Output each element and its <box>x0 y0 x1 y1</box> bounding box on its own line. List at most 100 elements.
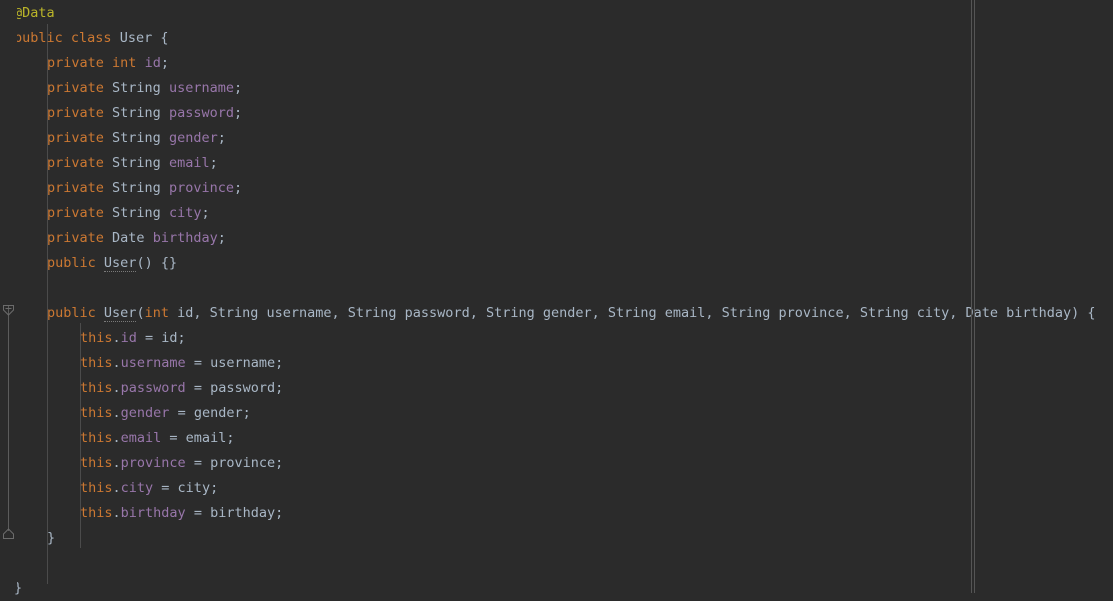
code-token: id <box>144 55 161 71</box>
code-line[interactable]: this.province = province; <box>80 451 283 476</box>
code-line[interactable]: public User() {} <box>47 251 177 276</box>
code-token: private <box>47 230 104 246</box>
code-token: public <box>47 255 96 271</box>
code-token: ; <box>201 205 210 221</box>
code-line[interactable]: public class User { <box>14 26 168 51</box>
code-token: String <box>103 155 169 171</box>
code-token: ; <box>209 155 218 171</box>
code-token: birthday <box>120 505 186 521</box>
code-token: this <box>80 455 113 471</box>
code-token: this <box>80 480 113 496</box>
code-token: . <box>112 355 121 371</box>
code-token: birthday <box>152 230 218 246</box>
code-token: this <box>80 430 113 446</box>
code-token: this <box>80 330 113 346</box>
code-token: String <box>103 105 169 121</box>
code-token: . <box>112 480 121 496</box>
code-line[interactable]: this.username = username; <box>80 351 283 376</box>
code-line[interactable]: this.password = password; <box>80 376 283 401</box>
code-token: . <box>112 430 121 446</box>
code-token: email <box>168 155 210 171</box>
code-token: public <box>14 30 63 46</box>
code-token: ; <box>233 105 243 121</box>
code-token: User { <box>111 30 169 46</box>
code-line[interactable]: private String gender; <box>47 126 226 151</box>
code-editor[interactable]: @Data public class User {private int id; p… <box>0 0 1113 596</box>
fold-expand-icon[interactable] <box>1 526 16 541</box>
code-token: . <box>112 330 121 346</box>
fold-collapse-icon[interactable] <box>1 303 16 318</box>
code-token: . <box>112 505 121 521</box>
code-token: private <box>47 180 104 196</box>
code-token: = password; <box>185 380 284 396</box>
code-token: private <box>47 80 104 96</box>
code-text-area[interactable]: @Data public class User {private int id; p… <box>0 0 1113 596</box>
code-token: String <box>103 130 169 146</box>
right-margin-ruler-secondary <box>974 0 975 593</box>
code-line[interactable]: this.gender = gender; <box>80 401 251 426</box>
code-token: ; <box>217 230 226 246</box>
fold-gutter[interactable] <box>0 0 17 593</box>
right-margin-ruler <box>971 0 972 593</box>
code-line[interactable]: this.city = city; <box>80 476 218 501</box>
code-token: . <box>112 455 121 471</box>
code-token: ( <box>136 305 145 321</box>
code-line[interactable]: private String password; <box>47 101 242 126</box>
code-token: city <box>168 205 202 221</box>
code-token: = birthday; <box>185 505 284 521</box>
code-line[interactable]: private String username; <box>47 76 242 101</box>
code-token: username <box>120 355 186 371</box>
code-token: User <box>103 255 137 272</box>
code-line[interactable]: private String email; <box>47 151 218 176</box>
code-token: private <box>47 105 104 121</box>
code-line[interactable]: private String city; <box>47 201 210 226</box>
code-token: String <box>103 205 169 221</box>
code-token: id, String username, String password, St… <box>168 305 1096 321</box>
code-token: private <box>47 130 104 146</box>
code-token: username <box>168 80 234 96</box>
code-token: password <box>168 105 234 121</box>
code-token: city <box>120 480 154 496</box>
code-token: email <box>120 430 162 446</box>
code-token: ; <box>160 55 169 71</box>
code-token: = gender; <box>169 405 251 421</box>
code-token: this <box>80 380 113 396</box>
code-line[interactable]: this.id = id; <box>80 326 186 351</box>
code-token: id <box>120 330 137 346</box>
code-line[interactable]: private String province; <box>47 176 242 201</box>
code-line[interactable]: this.birthday = birthday; <box>80 501 283 526</box>
code-line[interactable]: @Data <box>14 1 55 26</box>
code-token: . <box>112 380 121 396</box>
code-line-empty[interactable] <box>47 276 55 301</box>
code-token: . <box>112 405 121 421</box>
code-line[interactable]: public User(int id, String username, Str… <box>47 301 1096 326</box>
code-token: public <box>47 305 96 321</box>
code-token: ; <box>217 130 226 146</box>
code-token: int <box>144 305 169 321</box>
code-token: private <box>47 205 104 221</box>
code-token: User <box>103 305 137 322</box>
code-token: class <box>70 30 112 46</box>
fold-region-rail <box>8 306 9 531</box>
code-token: = username; <box>185 355 284 371</box>
code-line[interactable]: private int id; <box>47 51 169 76</box>
code-line[interactable]: } <box>47 526 55 551</box>
code-token: ; <box>233 80 243 96</box>
code-line[interactable]: private Date birthday; <box>47 226 226 251</box>
code-token: ; <box>233 180 243 196</box>
code-token: = id; <box>136 330 186 346</box>
code-token: @Data <box>14 5 55 21</box>
code-line[interactable]: this.email = email; <box>80 426 234 451</box>
code-token: = city; <box>153 480 219 496</box>
code-token: private <box>47 155 104 171</box>
code-token: this <box>80 405 113 421</box>
code-token: this <box>80 505 113 521</box>
code-token: Date <box>103 230 153 246</box>
code-token: province <box>120 455 186 471</box>
code-token: = province; <box>185 455 284 471</box>
code-token: String <box>103 180 169 196</box>
